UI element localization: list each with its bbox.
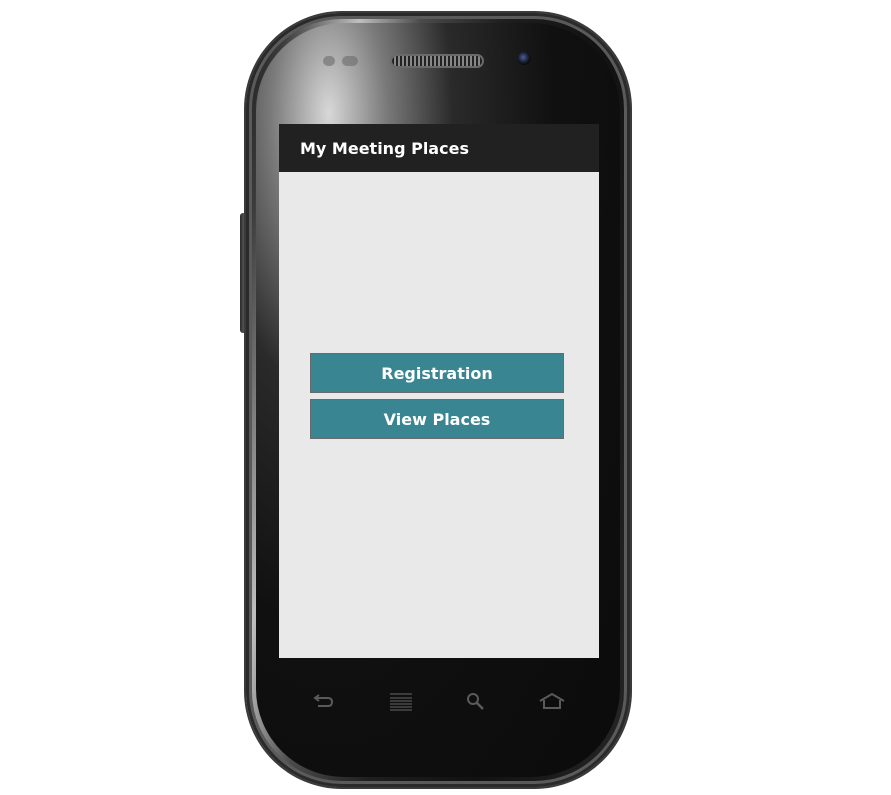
home-softkey[interactable] xyxy=(538,690,566,714)
home-icon xyxy=(539,692,565,709)
back-softkey[interactable] xyxy=(309,690,337,714)
back-arrow-icon xyxy=(313,694,334,707)
menu-softkey[interactable] xyxy=(387,690,415,714)
app-title: My Meeting Places xyxy=(300,139,469,158)
view-places-button[interactable]: View Places xyxy=(310,399,564,439)
search-icon xyxy=(467,693,484,710)
search-softkey[interactable] xyxy=(461,690,489,714)
light-sensor xyxy=(342,56,358,66)
earpiece-speaker xyxy=(392,56,482,66)
menu-lines-icon xyxy=(390,693,412,711)
front-camera xyxy=(517,51,531,65)
registration-button[interactable]: Registration xyxy=(310,353,564,393)
app-screen: My Meeting Places Registration View Plac… xyxy=(279,124,599,658)
proximity-sensor xyxy=(323,56,335,66)
action-bar: My Meeting Places xyxy=(279,124,599,172)
